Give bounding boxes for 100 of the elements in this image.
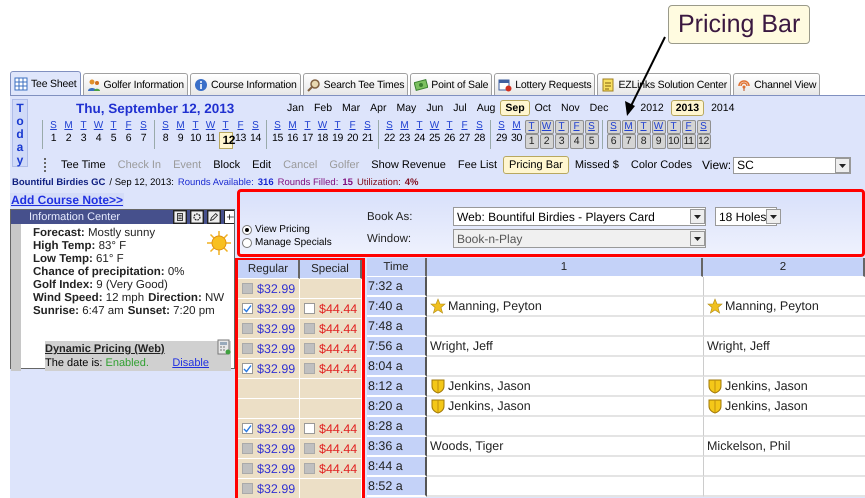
section-title[interactable]: Dynamic Pricing (Web) (45, 343, 165, 355)
weekday-link[interactable]: F (234, 120, 248, 132)
weekday-link[interactable]: S (382, 120, 396, 132)
gear-icon[interactable] (190, 210, 204, 224)
date-link[interactable]: 30 (510, 132, 524, 145)
table-cell[interactable]: Jenkins, Jason (427, 397, 703, 417)
date-link[interactable]: 9 (174, 132, 188, 145)
checkbox[interactable] (242, 423, 253, 434)
time-cell[interactable]: 8:44 a (367, 457, 427, 477)
toolbar-button[interactable]: Tee Time (55, 156, 112, 174)
weekday-link[interactable]: T (442, 120, 456, 132)
table-cell[interactable] (427, 317, 703, 337)
weekday-link[interactable]: F (122, 120, 136, 132)
tab[interactable]: Golfer Information (82, 73, 188, 95)
toolbar-button[interactable]: Edit (246, 156, 278, 174)
date-link[interactable]: 10 (188, 132, 202, 145)
table-cell[interactable] (703, 457, 865, 477)
month-link[interactable]: Mar (337, 100, 366, 116)
weekday-link[interactable]: S (248, 120, 262, 132)
radio-button[interactable] (242, 238, 252, 248)
column-header[interactable]: Special (300, 260, 362, 279)
table-cell[interactable] (427, 477, 703, 497)
weekday-link[interactable]: M (286, 120, 300, 132)
weekday-link[interactable]: F (458, 120, 472, 132)
player-name[interactable]: Wright, Jeff (707, 339, 770, 353)
time-cell[interactable]: 8:12 a (367, 377, 427, 397)
column-header[interactable]: Regular (238, 260, 300, 279)
weekday-link[interactable]: W (92, 120, 106, 132)
date-link[interactable]: 24 (412, 132, 426, 145)
player-name[interactable]: Wright, Jeff (430, 339, 493, 353)
time-cell[interactable]: 7:40 a (367, 297, 427, 317)
date-link[interactable]: 12 (696, 134, 710, 149)
year-link[interactable]: 2014 (706, 100, 740, 116)
time-cell[interactable]: 8:36 a (367, 437, 427, 457)
table-cell[interactable] (427, 457, 703, 477)
date-link[interactable]: 4 (92, 132, 106, 145)
weekday-link[interactable]: W (204, 120, 218, 132)
time-cell[interactable]: 7:32 a (367, 277, 427, 297)
date-link[interactable]: 6 (606, 134, 620, 149)
weekday-link[interactable]: T (524, 120, 538, 134)
year-link[interactable]: 2013 (670, 100, 704, 116)
table-cell[interactable]: Wright, Jeff (703, 337, 865, 357)
tab[interactable]: Course Information (190, 73, 301, 95)
date-link[interactable]: 20 (346, 132, 360, 145)
month-link[interactable]: Sep (500, 100, 530, 116)
weekday-link[interactable]: M (510, 120, 524, 132)
date-link[interactable]: 2 (62, 132, 76, 145)
weekday-link[interactable]: M (62, 120, 76, 132)
weekday-link[interactable]: T (300, 120, 314, 132)
table-cell[interactable] (703, 417, 865, 437)
table-cell[interactable] (703, 277, 865, 297)
weekday-link[interactable]: T (666, 120, 680, 134)
weekday-link[interactable]: T (330, 120, 344, 132)
player-name[interactable]: Jenkins, Jason (725, 379, 808, 393)
weekday-link[interactable]: T (218, 120, 232, 132)
book-as-select[interactable]: Web: Bountiful Birdies - Players Card (453, 207, 706, 226)
checkbox[interactable] (304, 303, 315, 314)
checkbox[interactable] (304, 423, 315, 434)
date-link[interactable]: 25 (428, 132, 442, 145)
tab[interactable]: Search Tee Times (302, 73, 408, 95)
table-cell[interactable]: Woods, Tiger (427, 437, 703, 457)
checkbox[interactable] (242, 363, 253, 374)
date-link[interactable]: 8 (636, 134, 650, 149)
column-header[interactable]: 1 (427, 258, 703, 277)
date-link[interactable]: 15 (270, 132, 284, 145)
time-cell[interactable]: 7:48 a (367, 317, 427, 337)
year-link[interactable]: 2012 (635, 100, 669, 116)
date-link[interactable]: 1 (524, 134, 538, 149)
weekday-link[interactable]: M (622, 120, 636, 134)
date-link[interactable]: 7 (622, 134, 636, 149)
date-link[interactable]: 19 (330, 132, 344, 145)
date-link[interactable]: 28 (472, 132, 486, 145)
weekday-link[interactable]: S (494, 120, 508, 132)
player-name[interactable]: Jenkins, Jason (448, 379, 531, 393)
month-link[interactable]: Nov (556, 100, 585, 116)
weekday-link[interactable]: S (270, 120, 284, 132)
disable-link[interactable]: Disable (172, 357, 209, 369)
date-link[interactable]: 3 (554, 134, 568, 149)
month-link[interactable]: Feb (308, 100, 338, 116)
table-cell[interactable] (703, 317, 865, 337)
month-link[interactable]: Apr (365, 100, 392, 116)
tab[interactable]: Channel View (733, 73, 820, 95)
table-cell[interactable]: Mickelson, Phil (703, 437, 865, 457)
add-note-link[interactable]: Add Course Note>> (10, 193, 124, 207)
date-link[interactable]: 6 (122, 132, 136, 145)
view-select[interactable]: SC (733, 156, 852, 174)
weekday-link[interactable]: T (554, 120, 568, 134)
month-link[interactable]: Dec (584, 100, 614, 116)
toolbar-button[interactable]: Block (207, 156, 246, 174)
table-cell[interactable] (427, 357, 703, 377)
month-link[interactable]: Oct (530, 100, 556, 116)
pin-icon[interactable] (224, 210, 234, 224)
tab[interactable]: Point of Sale (410, 73, 492, 95)
weekday-link[interactable]: T (188, 120, 202, 132)
table-cell[interactable]: Jenkins, Jason (703, 397, 865, 417)
date-link[interactable]: 11 (204, 132, 218, 145)
column-header[interactable]: 2 (703, 258, 865, 277)
weekday-link[interactable]: S (158, 120, 172, 132)
date-link[interactable]: 2 (540, 134, 554, 149)
player-name[interactable]: Manning, Peyton (725, 299, 819, 313)
